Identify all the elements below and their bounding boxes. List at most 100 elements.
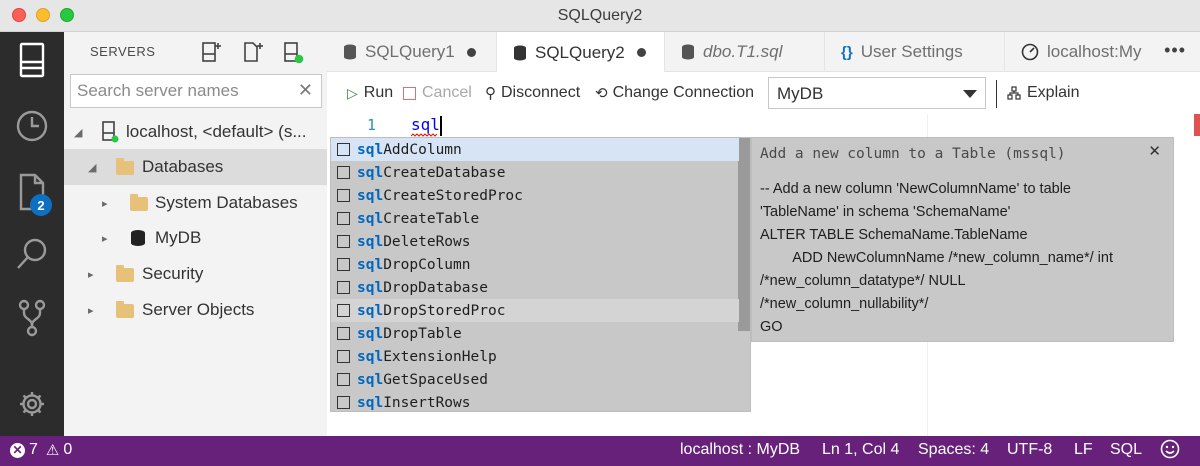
change-connection-button[interactable]: ⟲ Change Connection: [595, 84, 754, 102]
new-server-group-button[interactable]: [242, 40, 264, 64]
suggest-item-label: AddColumn: [383, 141, 462, 158]
tab-user-settings[interactable]: {} User Settings: [825, 32, 1005, 72]
explain-icon: [1007, 86, 1021, 100]
explorer-view-button[interactable]: 2: [0, 164, 64, 220]
suggest-item[interactable]: sql InsertRows: [331, 391, 739, 414]
run-button[interactable]: ▷ Run: [347, 84, 393, 102]
tree-item-system-databases[interactable]: ▸ System Databases: [64, 185, 327, 221]
tree-item-server-objects[interactable]: ▸ Server Objects: [64, 292, 327, 328]
suggest-item-label: DropTable: [383, 325, 462, 342]
folder-icon: [130, 194, 148, 211]
suggest-item[interactable]: sql DeleteRows: [331, 230, 739, 253]
tab-sqlquery2[interactable]: SQLQuery2: [497, 32, 665, 73]
indentation-status[interactable]: Spaces: 4: [918, 441, 989, 459]
explain-button[interactable]: Explain: [1007, 84, 1079, 102]
snippet-icon: [337, 166, 350, 179]
suggest-match-prefix: sql: [357, 256, 384, 273]
folder-icon: [116, 301, 134, 318]
tree-item-label: localhost, <default> (s...: [126, 122, 307, 141]
code-line[interactable]: sql: [411, 115, 440, 134]
active-connections-button[interactable]: [282, 40, 304, 64]
eol-status[interactable]: LF: [1074, 441, 1093, 459]
close-icon[interactable]: ✕: [1148, 142, 1161, 160]
cancel-button[interactable]: Cancel: [403, 84, 472, 102]
unsaved-dot-icon[interactable]: [636, 48, 646, 57]
chevron-down-icon[interactable]: ◢: [74, 126, 86, 139]
tab-dbo-t1-sql[interactable]: dbo.T1.sql: [665, 32, 825, 72]
sidebar-header: SERVERS: [90, 44, 156, 59]
tab-sqlquery1[interactable]: SQLQuery1: [327, 32, 497, 72]
smiley-icon: [1160, 439, 1180, 459]
suggest-item[interactable]: sql AddColumn: [331, 138, 739, 161]
server-icon: [19, 42, 45, 78]
suggest-details-pane: Add a new column to a Table (mssql) ✕ --…: [751, 137, 1174, 342]
suggest-item[interactable]: sql CreateDatabase: [331, 161, 739, 184]
disconnect-button[interactable]: ⚲ Disconnect: [485, 84, 580, 102]
snippet-icon: [337, 189, 350, 202]
chevron-down-icon[interactable]: ◢: [88, 161, 100, 174]
suggest-item[interactable]: sql CreateTable: [331, 207, 739, 230]
chevron-right-icon[interactable]: ▸: [102, 232, 114, 245]
server-icon: [102, 121, 119, 143]
server-search-input[interactable]: [77, 81, 297, 101]
run-label: Run: [363, 84, 394, 101]
servers-view-button[interactable]: [0, 32, 64, 88]
unsaved-dot-icon[interactable]: [466, 47, 476, 57]
suggest-item[interactable]: sql DropTable: [331, 322, 739, 345]
feedback-smiley-icon[interactable]: [1160, 439, 1180, 459]
suggest-widget: sql AddColumn sql CreateDatabase sql CreateSt…: [330, 137, 751, 412]
gear-icon: [20, 392, 44, 416]
suggest-item[interactable]: sql GetSpaceUsed: [331, 368, 739, 391]
snippet-icon: [337, 235, 350, 248]
snippet-icon: [337, 373, 350, 386]
tree-item-localhost[interactable]: ◢ localhost, <default> (s...: [64, 114, 327, 150]
new-connection-button[interactable]: [200, 40, 222, 64]
active-server-icon: [284, 42, 304, 64]
title-bar: SQLQuery2: [0, 0, 1200, 32]
database-select-value: MyDB: [777, 84, 824, 103]
source-control-view-button[interactable]: [0, 290, 64, 346]
database-icon: [682, 44, 694, 60]
tab-label: localhost:My: [1047, 42, 1142, 61]
tree-item-label: Databases: [142, 157, 224, 176]
suggest-match-prefix: sql: [357, 210, 384, 227]
suggest-item[interactable]: sql ExtensionHelp: [331, 345, 739, 368]
dashboard-icon: [1021, 43, 1039, 61]
disconnect-label: Disconnect: [501, 84, 581, 101]
cursor-position[interactable]: Ln 1, Col 4: [822, 441, 899, 459]
clock-icon: [16, 110, 48, 142]
encoding-status[interactable]: UTF-8: [1007, 441, 1052, 459]
server-search-box: ✕: [70, 74, 322, 108]
tree-item-security[interactable]: ▸ Security: [64, 256, 327, 292]
chevron-right-icon[interactable]: ▸: [88, 268, 100, 281]
snippet-icon: [337, 396, 350, 409]
settings-button[interactable]: [0, 376, 64, 432]
tree-item-mydb[interactable]: ▸ MyDB: [64, 220, 327, 256]
suggest-item[interactable]: sql DropColumn: [331, 253, 739, 276]
clear-search-icon[interactable]: ✕: [298, 80, 313, 101]
suggest-match-prefix: sql: [357, 394, 384, 411]
suggest-item[interactable]: sql DropDatabase: [331, 276, 739, 299]
explorer-badge: 2: [30, 194, 52, 216]
history-view-button[interactable]: [0, 98, 64, 154]
suggest-item[interactable]: sql CreateStoredProc: [331, 184, 739, 207]
search-view-button[interactable]: [0, 226, 64, 282]
database-select[interactable]: MyDB: [768, 77, 986, 109]
tree-item-databases[interactable]: ◢ Databases: [64, 149, 327, 185]
snippet-icon: [337, 258, 350, 271]
database-icon: [131, 230, 145, 246]
plug-icon: ⚲: [485, 85, 496, 102]
details-body: -- Add a new column 'NewColumnName' to t…: [760, 181, 1113, 335]
language-mode[interactable]: SQL: [1110, 441, 1142, 459]
suggest-item-label: GetSpaceUsed: [383, 371, 488, 388]
chevron-right-icon[interactable]: ▸: [88, 304, 100, 317]
suggest-scrollbar[interactable]: [738, 138, 750, 331]
connection-status[interactable]: localhost : MyDB: [680, 441, 800, 459]
more-actions-icon[interactable]: •••: [1164, 40, 1186, 61]
chevron-right-icon[interactable]: ▸: [102, 197, 114, 210]
snippet-icon: [337, 212, 350, 225]
suggest-item[interactable]: sql DropStoredProc: [331, 299, 739, 322]
problems-indicator[interactable]: ✕ 7 ⚠ 0: [10, 441, 72, 459]
suggest-match-prefix: sql: [357, 279, 384, 296]
tab-localhost-dashboard[interactable]: localhost:My: [1005, 32, 1155, 72]
